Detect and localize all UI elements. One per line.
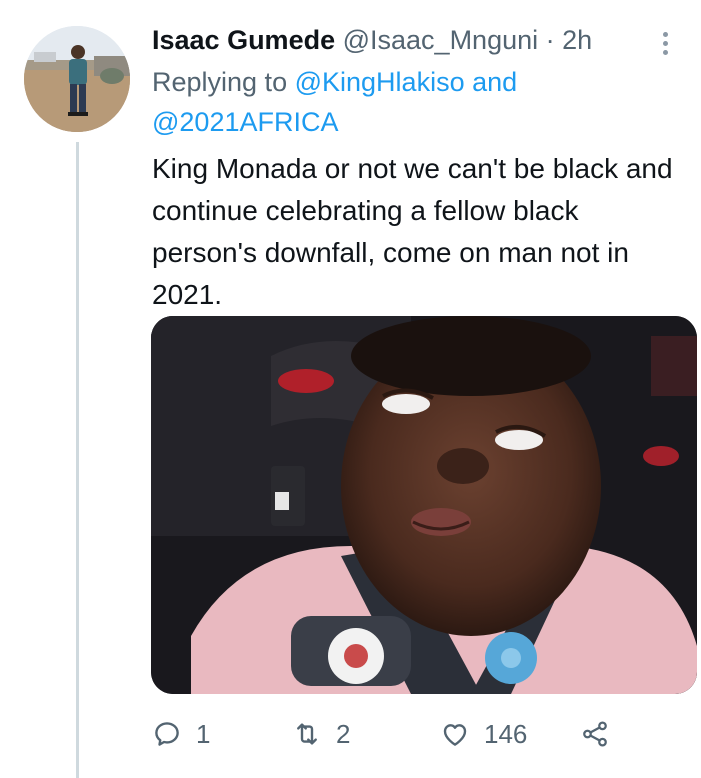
like-button[interactable]: 146 <box>440 712 527 756</box>
replying-to: Replying to @KingHlakiso and @2021AFRICA <box>152 62 672 142</box>
user-handle[interactable]: @Isaac_Mnguni <box>343 25 539 55</box>
tweet-text: King Monada or not we can't be black and… <box>152 153 673 310</box>
tweet-actions: 1 2 146 <box>152 712 652 756</box>
reply-count: 1 <box>196 718 211 749</box>
more-icon[interactable] <box>655 32 675 58</box>
thread-line <box>76 142 79 778</box>
separator-dot: · <box>545 25 555 55</box>
replying-and[interactable]: and <box>472 67 517 97</box>
baby-eye-roll-photo <box>151 316 697 694</box>
replying-user-link[interactable]: @2021AFRICA <box>152 107 338 137</box>
tweet-media-image[interactable] <box>151 316 697 694</box>
display-name[interactable]: Isaac Gumede <box>152 25 335 55</box>
reply-icon <box>155 722 179 746</box>
replying-user-link[interactable]: @KingHlakiso <box>295 67 465 97</box>
like-count: 146 <box>484 718 528 749</box>
avatar-photo <box>24 26 130 132</box>
avatar[interactable] <box>24 26 130 132</box>
tweet: Isaac Gumede @Isaac_Mnguni · 2h Replying… <box>0 0 701 778</box>
heart-icon <box>443 724 467 746</box>
retweet-icon <box>297 723 317 745</box>
share-icon <box>583 721 607 747</box>
retweet-button[interactable]: 2 <box>292 712 350 756</box>
timestamp[interactable]: 2h <box>562 25 592 55</box>
share-button[interactable] <box>580 712 610 756</box>
tweet-header: Isaac Gumede @Isaac_Mnguni · 2h <box>152 22 681 58</box>
reply-button[interactable]: 1 <box>152 712 210 756</box>
replying-prefix: Replying to <box>152 67 288 97</box>
retweet-count: 2 <box>336 718 351 749</box>
